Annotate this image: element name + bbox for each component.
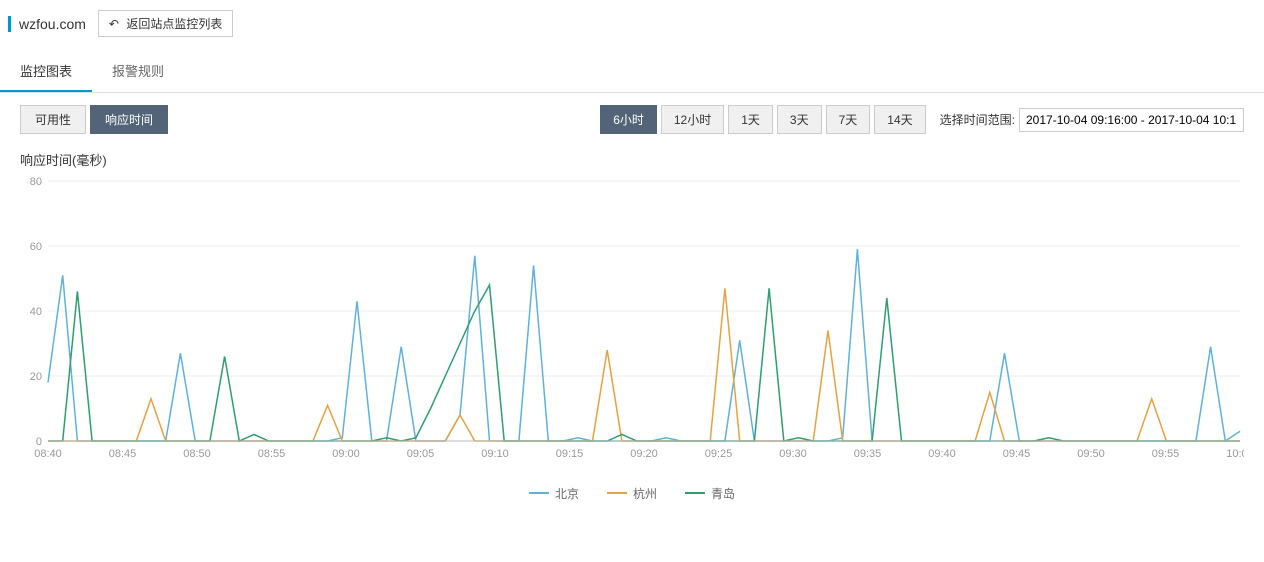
back-arrow-icon: ↶ [109, 17, 119, 31]
tab-0[interactable]: 监控图表 [0, 51, 92, 92]
back-button[interactable]: ↶ 返回站点监控列表 [98, 10, 233, 37]
svg-text:09:25: 09:25 [705, 448, 733, 460]
main-tabs: 监控图表报警规则 [0, 51, 1264, 93]
svg-text:09:15: 09:15 [556, 448, 584, 460]
svg-text:08:45: 08:45 [109, 448, 137, 460]
chart-legend: 北京 杭州 青岛 [20, 475, 1244, 508]
legend-item-2[interactable]: 青岛 [685, 485, 735, 502]
legend-swatch-icon [685, 492, 705, 494]
range-buttons: 6小时12小时1天3天7天14天 [600, 105, 929, 134]
svg-text:20: 20 [30, 371, 42, 383]
svg-text:09:35: 09:35 [854, 448, 882, 460]
svg-text:09:45: 09:45 [1003, 448, 1031, 460]
time-range-label: 选择时间范围: [940, 111, 1015, 128]
response-time-chart: 0 20 40 60 80 08:40 08:45 08:50 08:55 09:00 09:05 0… [20, 175, 1244, 475]
svg-text:09:05: 09:05 [407, 448, 435, 460]
metric-tabs: 可用性响应时间 [20, 105, 172, 134]
svg-text:09:10: 09:10 [481, 448, 509, 460]
svg-text:09:40: 09:40 [928, 448, 956, 460]
svg-text:40: 40 [30, 306, 42, 318]
svg-text:08:40: 08:40 [34, 448, 62, 460]
svg-text:60: 60 [30, 241, 42, 253]
metric-tab-1[interactable]: 响应时间 [90, 105, 168, 134]
chart-title: 响应时间(毫秒) [20, 150, 1244, 169]
tab-1[interactable]: 报警规则 [92, 51, 184, 92]
time-range-input[interactable] [1019, 108, 1244, 132]
range-btn-1[interactable]: 12小时 [661, 105, 724, 134]
legend-item-0[interactable]: 北京 [529, 485, 579, 502]
legend-swatch-icon [607, 492, 627, 494]
svg-text:80: 80 [30, 176, 42, 188]
svg-text:09:50: 09:50 [1077, 448, 1105, 460]
range-btn-0[interactable]: 6小时 [600, 105, 657, 134]
range-btn-4[interactable]: 7天 [826, 105, 871, 134]
legend-label: 青岛 [711, 485, 735, 502]
metric-tab-0[interactable]: 可用性 [20, 105, 86, 134]
legend-item-1[interactable]: 杭州 [607, 485, 657, 502]
legend-swatch-icon [529, 492, 549, 494]
range-btn-3[interactable]: 3天 [777, 105, 822, 134]
page-title: wzfou.com [8, 16, 86, 32]
range-btn-2[interactable]: 1天 [728, 105, 773, 134]
svg-text:08:55: 08:55 [258, 448, 286, 460]
svg-text:09:00: 09:00 [332, 448, 360, 460]
svg-text:09:55: 09:55 [1152, 448, 1180, 460]
legend-label: 北京 [555, 485, 579, 502]
svg-text:10:00: 10:00 [1226, 448, 1244, 460]
svg-text:09:30: 09:30 [779, 448, 807, 460]
legend-label: 杭州 [633, 485, 657, 502]
range-btn-5[interactable]: 14天 [874, 105, 925, 134]
back-button-label: 返回站点监控列表 [126, 17, 222, 31]
svg-text:08:50: 08:50 [183, 448, 211, 460]
svg-text:09:20: 09:20 [630, 448, 658, 460]
svg-text:0: 0 [36, 436, 42, 448]
